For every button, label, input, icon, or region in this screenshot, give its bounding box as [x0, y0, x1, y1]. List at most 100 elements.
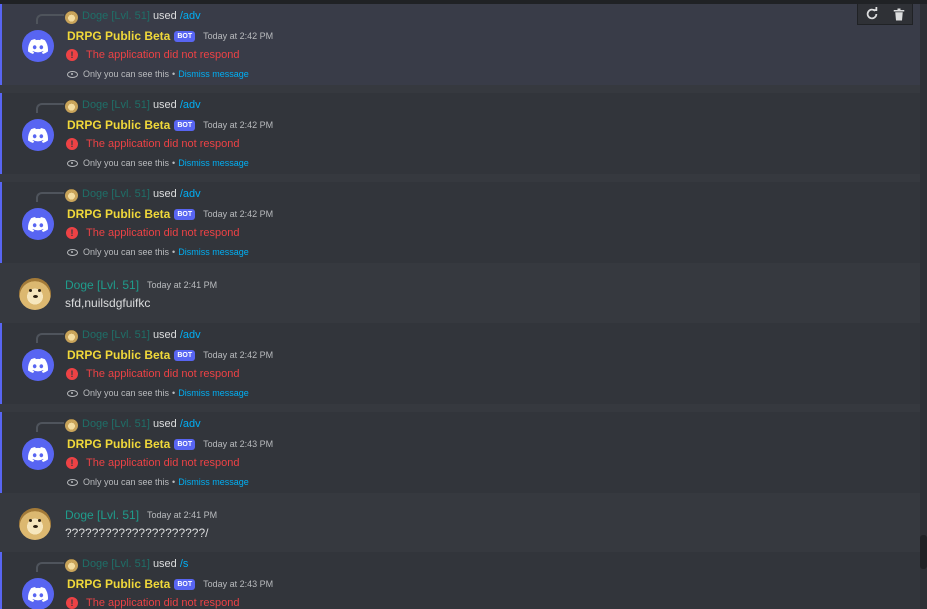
used-label: used: [152, 188, 177, 200]
discord-bot-avatar[interactable]: [22, 578, 54, 609]
user-avatar[interactable]: [19, 278, 51, 310]
message-header: DRPG Public Beta BOT Today at 2:42 PM: [67, 118, 273, 132]
only-you-label: Only you can see this: [83, 158, 170, 168]
bot-badge: BOT: [174, 119, 196, 131]
ephemeral-message: Doge [Lvl. 51] used /adv DRPG Public Bet…: [0, 412, 920, 493]
reply-connector: [36, 103, 64, 113]
separator: •: [172, 158, 176, 168]
command-reference[interactable]: Doge [Lvl. 51] used /adv: [82, 188, 201, 200]
command-name[interactable]: /adv: [180, 188, 201, 200]
eye-icon: [67, 478, 78, 486]
bot-badge: BOT: [174, 30, 196, 42]
mini-avatar: [65, 100, 78, 113]
error-text: The application did not respond: [86, 138, 240, 150]
timestamp[interactable]: Today at 2:42 PM: [203, 209, 273, 219]
error-line: ! The application did not respond: [66, 597, 240, 609]
error-line: ! The application did not respond: [66, 457, 240, 469]
reply-connector: [36, 333, 64, 343]
dismiss-message-link[interactable]: Dismiss message: [178, 247, 249, 257]
timestamp[interactable]: Today at 2:43 PM: [203, 439, 273, 449]
used-label: used: [152, 418, 177, 430]
command-user[interactable]: Doge [Lvl. 51]: [82, 10, 150, 22]
only-you-label: Only you can see this: [83, 388, 170, 398]
command-reference[interactable]: Doge [Lvl. 51] used /s: [82, 558, 188, 570]
discord-logo-icon: [28, 38, 48, 54]
error-line: ! The application did not respond: [66, 49, 240, 61]
bot-name[interactable]: DRPG Public Beta: [67, 29, 170, 43]
user-message: Doge [Lvl. 51] Today at 2:41 PM sfd,nuil…: [0, 270, 920, 320]
message-feed: Doge [Lvl. 51] used /adv DRPG Public Bet…: [0, 4, 920, 609]
timestamp[interactable]: Today at 2:43 PM: [203, 579, 273, 589]
timestamp[interactable]: Today at 2:42 PM: [203, 350, 273, 360]
discord-bot-avatar[interactable]: [22, 119, 54, 151]
error-line: ! The application did not respond: [66, 227, 240, 239]
discord-bot-avatar[interactable]: [22, 30, 54, 62]
trash-icon[interactable]: [891, 6, 907, 22]
bot-name[interactable]: DRPG Public Beta: [67, 577, 170, 591]
timestamp[interactable]: Today at 2:41 PM: [147, 280, 217, 290]
command-reference[interactable]: Doge [Lvl. 51] used /adv: [82, 10, 201, 22]
command-user[interactable]: Doge [Lvl. 51]: [82, 329, 150, 341]
ephemeral-notice: Only you can see this • Dismiss message: [67, 158, 249, 168]
command-name[interactable]: /adv: [180, 418, 201, 430]
bot-badge: BOT: [174, 438, 196, 450]
timestamp[interactable]: Today at 2:42 PM: [203, 120, 273, 130]
bot-badge: BOT: [174, 349, 196, 361]
command-user[interactable]: Doge [Lvl. 51]: [82, 418, 150, 430]
discord-bot-avatar[interactable]: [22, 349, 54, 381]
command-name[interactable]: /s: [180, 558, 189, 570]
bot-name[interactable]: DRPG Public Beta: [67, 118, 170, 132]
error-line: ! The application did not respond: [66, 368, 240, 380]
message-text: sfd,nuilsdgfuifkc: [65, 296, 151, 310]
dismiss-message-link[interactable]: Dismiss message: [178, 477, 249, 487]
message-header: Doge [Lvl. 51] Today at 2:41 PM: [65, 278, 217, 292]
ephemeral-notice: Only you can see this • Dismiss message: [67, 69, 249, 79]
command-name[interactable]: /adv: [180, 10, 201, 22]
ephemeral-notice: Only you can see this • Dismiss message: [67, 247, 249, 257]
error-icon: !: [66, 368, 78, 380]
command-reference[interactable]: Doge [Lvl. 51] used /adv: [82, 99, 201, 111]
dismiss-message-link[interactable]: Dismiss message: [178, 388, 249, 398]
mini-avatar: [65, 559, 78, 572]
error-icon: !: [66, 597, 78, 609]
error-icon: !: [66, 457, 78, 469]
discord-logo-icon: [28, 127, 48, 143]
ephemeral-notice: Only you can see this • Dismiss message: [67, 388, 249, 398]
bot-name[interactable]: DRPG Public Beta: [67, 207, 170, 221]
command-reference[interactable]: Doge [Lvl. 51] used /adv: [82, 329, 201, 341]
discord-logo-icon: [28, 357, 48, 373]
user-message: Doge [Lvl. 51] Today at 2:41 PM ????????…: [0, 500, 920, 550]
user-name[interactable]: Doge [Lvl. 51]: [65, 278, 139, 292]
scrollbar-thumb[interactable]: [920, 535, 927, 569]
reply-connector: [36, 562, 64, 572]
command-user[interactable]: Doge [Lvl. 51]: [82, 558, 150, 570]
used-label: used: [152, 558, 177, 570]
user-avatar[interactable]: [19, 508, 51, 540]
discord-bot-avatar[interactable]: [22, 208, 54, 240]
scrollbar-track[interactable]: [920, 4, 927, 609]
timestamp[interactable]: Today at 2:42 PM: [203, 31, 273, 41]
eye-icon: [67, 389, 78, 397]
command-reference[interactable]: Doge [Lvl. 51] used /adv: [82, 418, 201, 430]
error-text: The application did not respond: [86, 49, 240, 61]
mini-avatar: [65, 189, 78, 202]
command-user[interactable]: Doge [Lvl. 51]: [82, 188, 150, 200]
ephemeral-message: Doge [Lvl. 51] used /adv DRPG Public Bet…: [0, 4, 920, 85]
bot-name[interactable]: DRPG Public Beta: [67, 437, 170, 451]
message-header: Doge [Lvl. 51] Today at 2:41 PM: [65, 508, 217, 522]
error-icon: !: [66, 49, 78, 61]
bot-name[interactable]: DRPG Public Beta: [67, 348, 170, 362]
dismiss-message-link[interactable]: Dismiss message: [178, 69, 249, 79]
discord-bot-avatar[interactable]: [22, 438, 54, 470]
only-you-label: Only you can see this: [83, 69, 170, 79]
dismiss-message-link[interactable]: Dismiss message: [178, 158, 249, 168]
command-user[interactable]: Doge [Lvl. 51]: [82, 99, 150, 111]
bot-badge: BOT: [174, 208, 196, 220]
timestamp[interactable]: Today at 2:41 PM: [147, 510, 217, 520]
refresh-icon[interactable]: [864, 6, 880, 22]
message-header: DRPG Public Beta BOT Today at 2:42 PM: [67, 348, 273, 362]
user-name[interactable]: Doge [Lvl. 51]: [65, 508, 139, 522]
only-you-label: Only you can see this: [83, 477, 170, 487]
command-name[interactable]: /adv: [180, 99, 201, 111]
command-name[interactable]: /adv: [180, 329, 201, 341]
